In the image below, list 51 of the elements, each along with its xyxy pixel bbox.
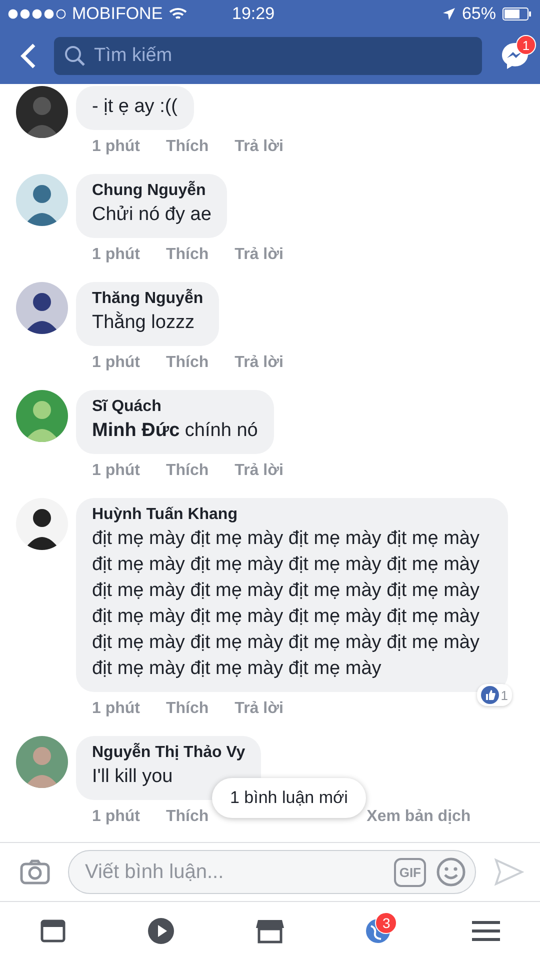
news-feed-icon[interactable] [40,918,66,944]
clock-time: 19:29 [232,4,275,24]
commenter-name[interactable]: Thăng Nguyễn [92,290,204,308]
comment-time: 1 phút [92,246,140,264]
search-icon [64,45,86,67]
like-link[interactable]: Thích [166,138,209,156]
like-link[interactable]: Thích [166,808,209,826]
like-link[interactable]: Thích [166,700,209,718]
reply-link[interactable]: Trả lời [234,138,284,156]
commenter-name[interactable]: Huỳnh Tuấn Khang [92,506,492,524]
back-icon[interactable] [20,43,36,69]
shop-icon[interactable] [254,918,285,944]
notification-badge: 3 [375,912,398,934]
location-arrow-icon [442,7,456,21]
notification-badge: 1 [516,35,536,55]
like-link[interactable]: Thích [166,462,209,480]
commenter-name[interactable]: Sĩ Quách [92,398,258,416]
reply-link[interactable]: Trả lời [234,354,284,372]
new-comments-toast[interactable]: 1 bình luận mới [212,778,366,818]
like-link[interactable]: Thích [166,354,209,372]
comment-time: 1 phút [92,700,140,718]
comment-text: địt mẹ mày địt mẹ mày địt mẹ mày địt mẹ mày địt mẹ mày địt mẹ mày địt mẹ mày địt mẹ mày địt mẹ mày địt mẹ mày địt mẹ mày địt mẹ mày địt mẹ mày địt mẹ mày địt mẹ mày địt mẹ mày địt mẹ mày địt mẹ mày địt mẹ mày địt mẹ mày địt mẹ mày địt mẹ mày địt mẹ mày [92,527,480,681]
comment-time: 1 phút [92,354,140,372]
commenter-name[interactable]: Chung Nguyễn [92,182,212,200]
like-icon [480,686,499,704]
menu-icon[interactable] [472,919,500,943]
comment-time: 1 phút [92,462,140,480]
commenter-name[interactable]: Nguyễn Thị Thảo Vy [92,744,246,762]
signal-icon [8,9,66,19]
battery-icon [502,7,532,21]
comment-text: Chửi nó đy ae [92,203,212,227]
wifi-icon [168,7,187,21]
play-icon[interactable] [146,917,175,945]
comment-text: - ịt ẹ ay :(( [92,95,178,119]
reply-link[interactable]: Trả lời [234,246,284,264]
reply-link[interactable]: Trả lời [234,700,284,718]
carrier-name: MOBIFONE [72,4,163,24]
translate-link[interactable]: Xem bản dịch [366,808,471,826]
gif-button[interactable]: GIF [394,858,426,886]
search-field[interactable]: Tìm kiếm [54,37,482,75]
like-link[interactable]: Thích [166,246,209,264]
reaction-count[interactable]: 1 [476,684,512,706]
camera-icon[interactable] [20,859,50,885]
reply-link[interactable]: Trả lời [234,462,284,480]
comment-text: I'll kill you [92,765,174,789]
comment-time: 1 phút [92,138,140,156]
battery-percent: 65% [462,4,496,24]
comment-text: Thằng lozzz [92,310,196,335]
smiley-icon[interactable] [436,857,466,887]
comment-text: Minh Đức chính nó [92,419,258,443]
comment-time: 1 phút [92,808,140,826]
